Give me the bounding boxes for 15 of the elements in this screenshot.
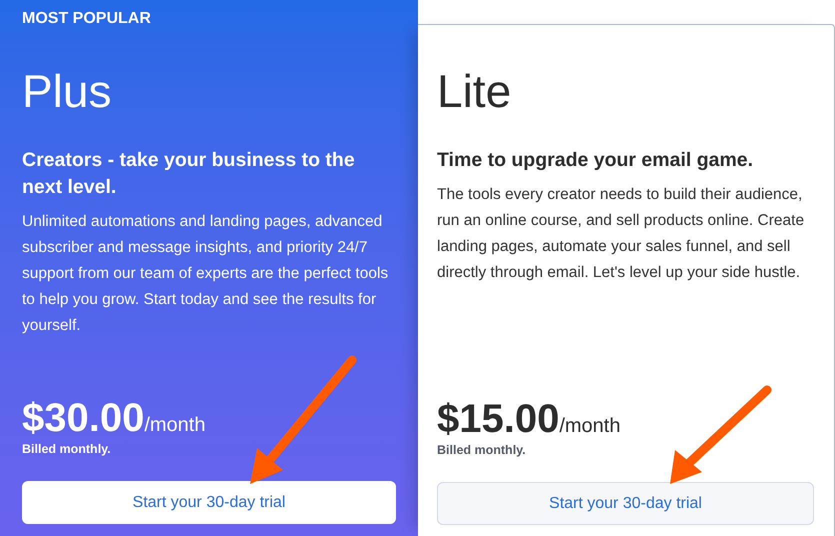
start-trial-button[interactable]: Start your 30-day trial: [437, 482, 814, 525]
billing-note: Billed monthly.: [22, 441, 112, 457]
price-amount: $15.00: [437, 396, 560, 442]
billing-note: Billed monthly.: [437, 442, 527, 458]
start-trial-button[interactable]: Start your 30-day trial: [22, 481, 396, 524]
price-period: /month: [559, 414, 620, 439]
plan-name: Lite: [437, 65, 512, 117]
plan-headline: Time to upgrade your email game.: [437, 148, 754, 173]
price-period: /month: [144, 413, 206, 438]
plan-name: Plus: [22, 65, 112, 117]
badge-label: MOST POPULAR: [22, 9, 152, 29]
plan-description: Unlimited automations and landing pages, advanced subscriber and message insights, and priority 24/7 support from our team of experts are the perfect tools to help you grow. Start today and see the results for yourself.: [22, 212, 390, 336]
price-amount: $30.00: [22, 395, 144, 441]
plan-headline: Creators - take your business to the next level.: [22, 148, 356, 200]
plan-description: The tools every creator needs to build their audience, run an online course, and sell products online. Create landing pages, automate your sales funnel, and sell directly through email. Let's level up your side hustle.: [437, 185, 806, 283]
